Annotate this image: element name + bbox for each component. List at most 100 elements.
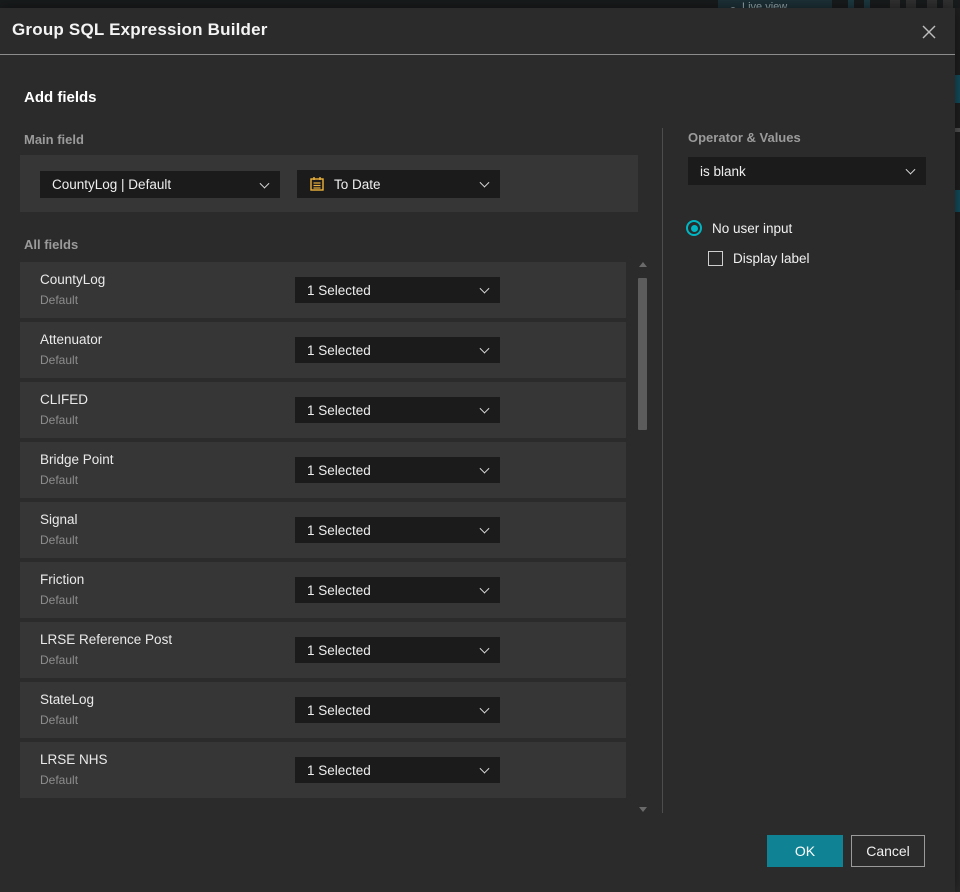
all-fields-label: All fields <box>24 237 79 252</box>
field-row-friction: Friction Default 1 Selected <box>20 562 626 618</box>
field-selected-dropdown[interactable]: 1 Selected <box>295 577 500 603</box>
field-subtitle: Default <box>40 533 79 547</box>
field-row-lrse-reference-post: LRSE Reference Post Default 1 Selected <box>20 622 626 678</box>
main-field-panel: CountyLog | Default To Date <box>20 155 638 212</box>
field-row-clifed: CLIFED Default 1 Selected <box>20 382 626 438</box>
chevron-down-icon <box>479 583 490 594</box>
operator-values-label: Operator & Values <box>688 130 801 145</box>
field-name: LRSE NHS <box>40 752 108 767</box>
display-label-checkbox[interactable]: Display label <box>708 251 810 266</box>
field-selected-dropdown[interactable]: 1 Selected <box>295 757 500 783</box>
ok-button[interactable]: OK <box>767 835 843 867</box>
background-toolbar-icon <box>906 0 916 8</box>
selected-count: 1 Selected <box>307 642 371 658</box>
field-subtitle: Default <box>40 713 79 727</box>
field-name: Signal <box>40 512 78 527</box>
chevron-down-icon <box>479 283 490 294</box>
background-fragment <box>955 290 960 892</box>
dialog-header: Group SQL Expression Builder <box>0 8 955 55</box>
field-subtitle: Default <box>40 653 79 667</box>
field-row-bridge-point: Bridge Point Default 1 Selected <box>20 442 626 498</box>
radio-selected-icon <box>686 220 702 236</box>
cancel-button[interactable]: Cancel <box>851 835 925 867</box>
field-subtitle: Default <box>40 773 79 787</box>
main-field-select-value: CountyLog | Default <box>52 177 172 192</box>
field-subtitle: Default <box>40 293 79 307</box>
field-subtitle: Default <box>40 593 79 607</box>
field-subtitle: Default <box>40 473 79 487</box>
field-name: Bridge Point <box>40 452 114 467</box>
chevron-down-icon <box>479 703 490 714</box>
close-icon <box>922 25 936 39</box>
fields-list-scrollbar[interactable] <box>638 260 648 814</box>
chevron-down-icon <box>479 343 490 354</box>
live-view-button[interactable]: Live view <box>718 0 832 8</box>
scrollbar-thumb[interactable] <box>638 278 647 430</box>
selected-count: 1 Selected <box>307 462 371 478</box>
scroll-up-icon[interactable] <box>639 262 647 267</box>
background-fragment <box>955 128 960 132</box>
field-selected-dropdown[interactable]: 1 Selected <box>295 457 500 483</box>
background-toolbar-icon <box>848 0 854 8</box>
calendar-icon <box>310 177 324 191</box>
group-sql-expression-builder-dialog: Group SQL Expression Builder Add fields … <box>0 8 955 892</box>
chevron-down-icon <box>479 177 490 188</box>
selected-count: 1 Selected <box>307 402 371 418</box>
selected-count: 1 Selected <box>307 702 371 718</box>
field-row-attenuator: Attenuator Default 1 Selected <box>20 322 626 378</box>
field-name: CLIFED <box>40 392 89 407</box>
background-right-sliver <box>955 8 960 892</box>
field-subtitle: Default <box>40 413 79 427</box>
field-row-lrse-nhs: LRSE NHS Default 1 Selected <box>20 742 626 798</box>
background-fragment <box>955 75 960 103</box>
main-field-select[interactable]: CountyLog | Default <box>40 171 280 198</box>
chevron-down-icon <box>479 403 490 414</box>
background-toolbar-icon <box>927 0 937 8</box>
field-name: StateLog <box>40 692 95 707</box>
operator-select[interactable]: is blank <box>688 157 926 185</box>
background-toolbar-icon <box>890 0 900 8</box>
chevron-down-icon <box>259 178 270 189</box>
background-app-strip: Live view <box>0 0 960 8</box>
chevron-down-icon <box>479 643 490 654</box>
chevron-down-icon <box>479 463 490 474</box>
field-subtitle: Default <box>40 353 79 367</box>
field-selected-dropdown[interactable]: 1 Selected <box>295 397 500 423</box>
field-selected-dropdown[interactable]: 1 Selected <box>295 337 500 363</box>
chevron-down-icon <box>479 523 490 534</box>
no-user-input-radio[interactable]: No user input <box>686 220 792 236</box>
live-view-label: Live view <box>742 0 788 9</box>
field-row-statelog: StateLog Default 1 Selected <box>20 682 626 738</box>
field-type-select-value: To Date <box>334 176 381 192</box>
chevron-down-icon <box>479 763 490 774</box>
field-name: Friction <box>40 572 85 587</box>
selected-count: 1 Selected <box>307 582 371 598</box>
field-name: CountyLog <box>40 272 106 287</box>
selected-count: 1 Selected <box>307 342 371 358</box>
checkbox-unchecked-icon <box>708 251 723 266</box>
dialog-title: Group SQL Expression Builder <box>12 20 268 39</box>
selected-count: 1 Selected <box>307 762 371 778</box>
add-fields-heading: Add fields <box>24 89 97 106</box>
column-divider <box>662 128 663 813</box>
field-selected-dropdown[interactable]: 1 Selected <box>295 637 500 663</box>
selected-count: 1 Selected <box>307 522 371 538</box>
field-type-select[interactable]: To Date <box>297 170 500 198</box>
field-name: Attenuator <box>40 332 103 347</box>
scroll-down-icon[interactable] <box>639 807 647 812</box>
field-selected-dropdown[interactable]: 1 Selected <box>295 277 500 303</box>
field-row-signal: Signal Default 1 Selected <box>20 502 626 558</box>
display-label-label: Display label <box>733 251 810 266</box>
field-row-countylog: CountyLog Default 1 Selected <box>20 262 626 318</box>
background-toolbar-icon <box>864 0 870 8</box>
background-toolbar-icon <box>943 0 953 8</box>
field-name: LRSE Reference Post <box>40 632 173 647</box>
all-fields-list: CountyLog Default 1 Selected Attenuator … <box>20 262 626 802</box>
close-button[interactable] <box>918 21 940 43</box>
operator-select-value: is blank <box>700 163 746 179</box>
field-selected-dropdown[interactable]: 1 Selected <box>295 517 500 543</box>
background-fragment <box>955 190 960 212</box>
radio-dot <box>690 224 698 232</box>
main-field-label: Main field <box>24 132 84 147</box>
field-selected-dropdown[interactable]: 1 Selected <box>295 697 500 723</box>
